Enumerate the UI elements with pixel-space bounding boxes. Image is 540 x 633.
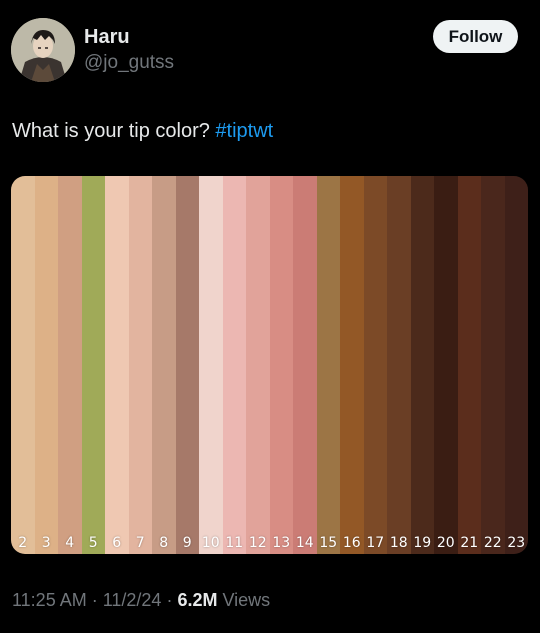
swatch-number: 7 xyxy=(135,535,145,551)
color-swatch: 19 xyxy=(410,176,434,554)
color-swatch: 6 xyxy=(105,176,129,554)
swatch-number: 2 xyxy=(18,535,28,551)
color-swatch: 8 xyxy=(152,176,176,554)
swatch-number: 20 xyxy=(436,535,455,551)
color-swatch: 18 xyxy=(387,176,411,554)
swatch-number: 9 xyxy=(182,535,192,551)
color-swatch: 13 xyxy=(269,176,293,554)
swatch-number: 14 xyxy=(295,535,314,551)
tweet-meta: 11:25 AM · 11/2/24 · 6.2M Views xyxy=(12,589,270,611)
avatar[interactable] xyxy=(11,18,75,82)
swatch-number: 18 xyxy=(389,535,408,551)
tweet-header: Haru @jo_gutss Follow xyxy=(0,0,540,100)
color-swatch: 2 xyxy=(11,176,35,554)
swatch-number: 10 xyxy=(201,535,220,551)
swatch-number: 19 xyxy=(413,535,432,551)
tweet-image[interactable]: 2 3 4 5 6 7 8 9 10 11 12 13 14 15 16 17 18 19 20 21 22 23 xyxy=(11,176,528,554)
views-count: 6.2M xyxy=(177,590,218,610)
swatch-number: 6 xyxy=(112,535,122,551)
swatch-number: 22 xyxy=(483,535,502,551)
tweet-date[interactable]: 11/2/24 xyxy=(103,590,162,610)
swatch-number: 4 xyxy=(65,535,75,551)
display-name[interactable]: Haru xyxy=(84,25,130,49)
hashtag-link[interactable]: #tiptwt xyxy=(215,120,273,142)
color-swatch-chart: 2 3 4 5 6 7 8 9 10 11 12 13 14 15 16 17 18 19 20 21 22 23 xyxy=(11,176,528,554)
swatch-number: 3 xyxy=(41,535,51,551)
swatch-number: 5 xyxy=(88,535,98,551)
color-swatch: 21 xyxy=(457,176,481,554)
color-swatch: 3 xyxy=(34,176,58,554)
color-swatch: 9 xyxy=(175,176,199,554)
swatch-number: 8 xyxy=(159,535,169,551)
color-swatch: 10 xyxy=(199,176,223,554)
color-swatch: 11 xyxy=(222,176,246,554)
color-swatch: 16 xyxy=(340,176,364,554)
color-swatch: 4 xyxy=(58,176,82,554)
swatch-number: 21 xyxy=(460,535,479,551)
color-swatch: 12 xyxy=(246,176,270,554)
swatch-number: 13 xyxy=(272,535,291,551)
swatch-number: 15 xyxy=(319,535,338,551)
swatch-number: 23 xyxy=(507,535,526,551)
swatch-number: 17 xyxy=(366,535,385,551)
tweet-time[interactable]: 11:25 AM xyxy=(12,590,87,610)
color-swatch: 14 xyxy=(293,176,317,554)
swatch-number: 12 xyxy=(248,535,267,551)
user-handle[interactable]: @jo_gutss xyxy=(84,52,174,74)
avatar-illustration xyxy=(11,18,75,82)
color-swatch: 23 xyxy=(504,176,528,554)
swatch-number: 16 xyxy=(342,535,361,551)
tweet-body: What is your tip color? xyxy=(12,120,216,142)
tweet-text: What is your tip color? #tiptwt xyxy=(12,118,273,144)
color-swatch: 17 xyxy=(363,176,387,554)
meta-separator: · xyxy=(86,590,103,610)
meta-separator: · xyxy=(161,590,178,610)
swatch-number: 11 xyxy=(225,535,244,551)
color-swatch: 15 xyxy=(316,176,340,554)
color-swatch: 7 xyxy=(128,176,152,554)
color-swatch: 22 xyxy=(481,176,505,554)
color-swatch: 5 xyxy=(81,176,105,554)
color-swatch: 20 xyxy=(434,176,458,554)
views-label: Views xyxy=(217,590,271,610)
follow-button[interactable]: Follow xyxy=(433,20,518,53)
